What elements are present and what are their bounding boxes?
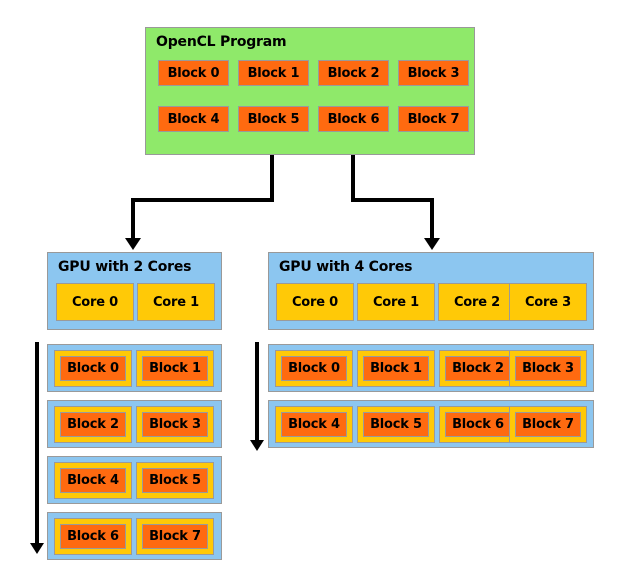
core-slot: Block 6 [54,518,132,555]
program-block[interactable]: Block 0 [158,60,229,86]
scheduled-block[interactable]: Block 3 [142,412,208,437]
core-slot: Block 4 [54,462,132,499]
program-block[interactable]: Block 6 [318,106,389,132]
core-slot: Block 6 [439,406,517,443]
gpu-4-cores-core[interactable]: Core 1 [357,283,435,321]
gpu-2-cores-schedule-row: Block 0 Block 1 [47,344,222,392]
core-slot: Block 1 [357,350,435,387]
core-slot: Block 5 [357,406,435,443]
scheduled-block[interactable]: Block 1 [363,356,429,381]
scheduled-block[interactable]: Block 0 [60,356,126,381]
gpu-2-cores-core[interactable]: Core 0 [56,283,134,321]
scheduled-block[interactable]: Block 1 [142,356,208,381]
gpu-4-cores-title: GPU with 4 Cores [279,259,413,275]
program-block[interactable]: Block 4 [158,106,229,132]
gpu-2-cores-schedule-row: Block 4 Block 5 [47,456,222,504]
core-slot: Block 2 [54,406,132,443]
scheduled-block[interactable]: Block 7 [142,524,208,549]
program-block[interactable]: Block 3 [398,60,469,86]
program-block[interactable]: Block 5 [238,106,309,132]
core-slot: Block 7 [509,406,587,443]
scheduled-block[interactable]: Block 2 [60,412,126,437]
gpu-4-cores-schedule-row: Block 0 Block 1 Block 2 Block 3 [268,344,594,392]
scheduled-block[interactable]: Block 4 [281,412,347,437]
opencl-program-panel: OpenCL Program Block 0 Block 1 Block 2 B… [145,27,475,155]
gpu-4-cores-schedule-row: Block 4 Block 5 Block 6 Block 7 [268,400,594,448]
core-slot: Block 7 [136,518,214,555]
scheduled-block[interactable]: Block 2 [445,356,511,381]
scheduled-block[interactable]: Block 6 [60,524,126,549]
diagram-canvas: OpenCL Program Block 0 Block 1 Block 2 B… [0,0,641,574]
gpu-4-cores-core[interactable]: Core 3 [509,283,587,321]
scheduled-block[interactable]: Block 5 [142,468,208,493]
opencl-program-title: OpenCL Program [156,34,287,50]
scheduled-block[interactable]: Block 6 [445,412,511,437]
program-block[interactable]: Block 2 [318,60,389,86]
core-slot: Block 0 [275,350,353,387]
gpu-4-cores-panel: GPU with 4 Cores Core 0 Core 1 Core 2 Co… [268,252,594,330]
core-slot: Block 2 [439,350,517,387]
scheduled-block[interactable]: Block 5 [363,412,429,437]
core-slot: Block 4 [275,406,353,443]
program-block[interactable]: Block 7 [398,106,469,132]
scheduled-block[interactable]: Block 7 [515,412,581,437]
core-slot: Block 3 [136,406,214,443]
gpu-4-cores-core[interactable]: Core 0 [276,283,354,321]
scheduled-block[interactable]: Block 3 [515,356,581,381]
core-slot: Block 0 [54,350,132,387]
gpu-2-cores-title: GPU with 2 Cores [58,259,192,275]
scheduled-block[interactable]: Block 4 [60,468,126,493]
core-slot: Block 5 [136,462,214,499]
gpu-2-cores-core[interactable]: Core 1 [137,283,215,321]
gpu-4-cores-core[interactable]: Core 2 [438,283,516,321]
program-block[interactable]: Block 1 [238,60,309,86]
scheduled-block[interactable]: Block 0 [281,356,347,381]
gpu-2-cores-schedule-row: Block 2 Block 3 [47,400,222,448]
gpu-2-cores-panel: GPU with 2 Cores Core 0 Core 1 [47,252,222,330]
core-slot: Block 3 [509,350,587,387]
core-slot: Block 1 [136,350,214,387]
gpu-2-cores-schedule-row: Block 6 Block 7 [47,512,222,560]
